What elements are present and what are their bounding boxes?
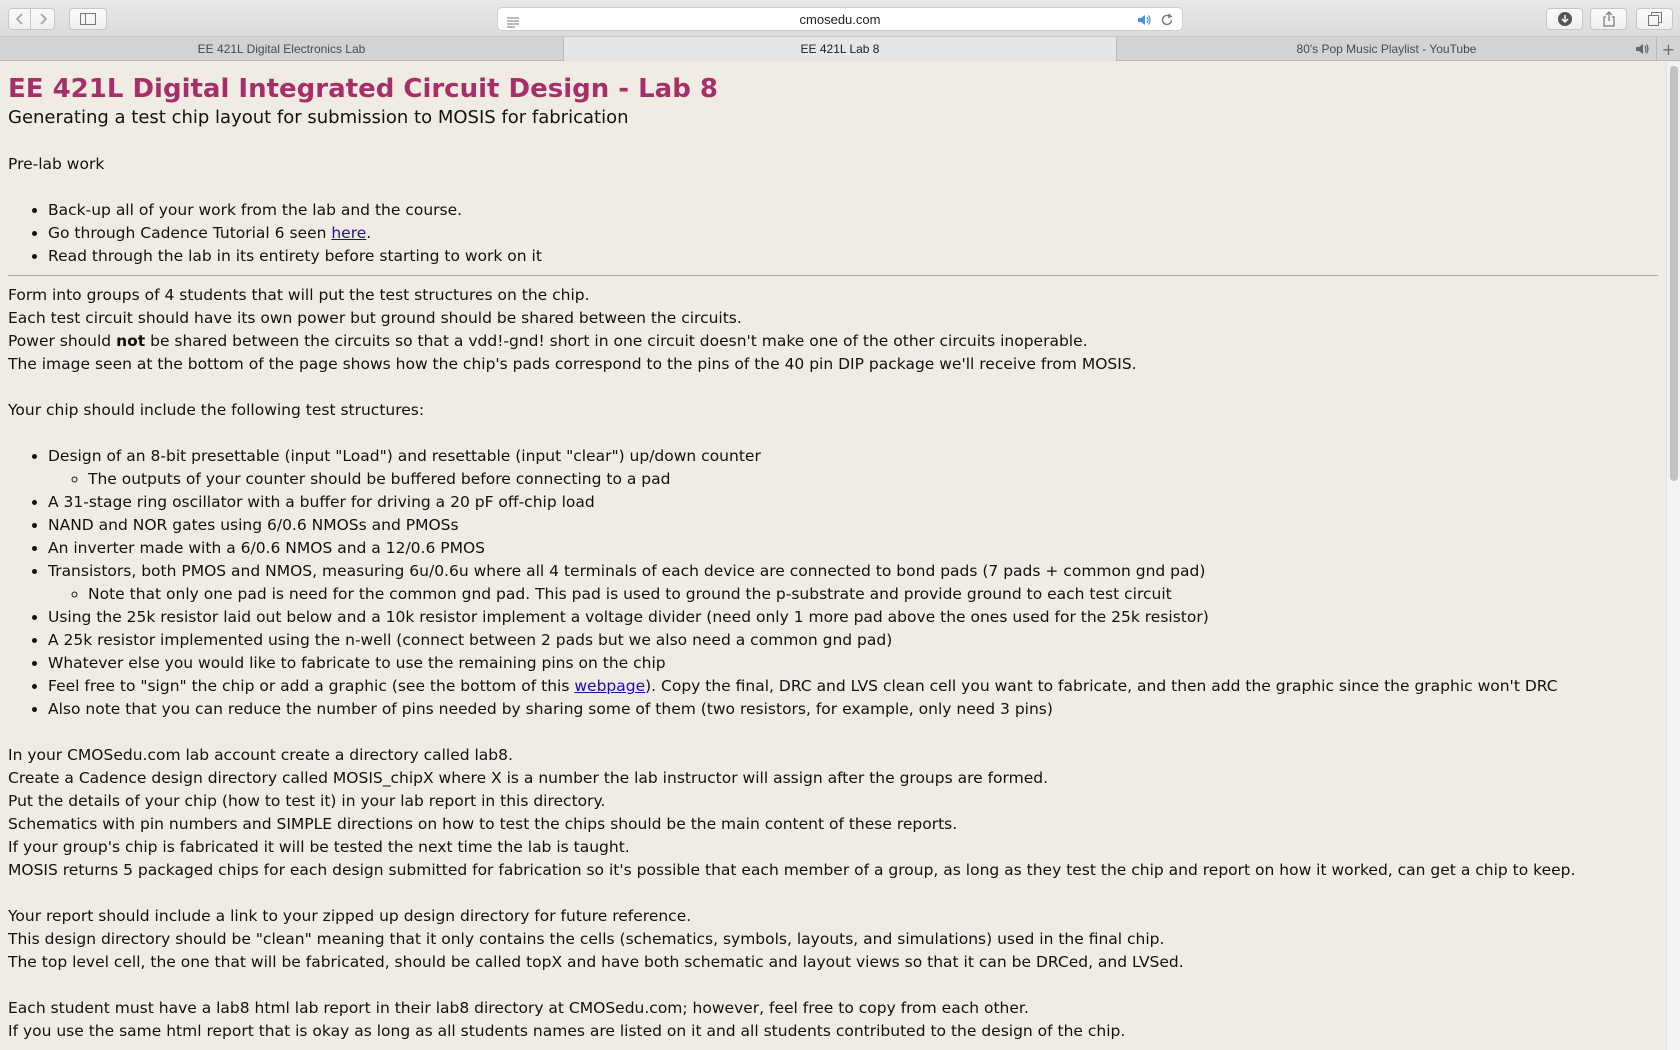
sidebar-icon — [80, 13, 96, 25]
reload-icon[interactable] — [1160, 12, 1174, 31]
text-line: Schematics with pin numbers and SIMPLE d… — [8, 815, 958, 833]
text-line: Each student must have a lab8 html lab r… — [8, 999, 1029, 1017]
reader-icon[interactable] — [506, 13, 520, 32]
address-bar[interactable]: cmosedu.com — [497, 7, 1183, 31]
list-item: A 25k resistor implemented using the n-w… — [48, 629, 1658, 652]
text-line: The image seen at the bottom of the page… — [8, 355, 1137, 373]
tabs-overview-icon — [1647, 12, 1662, 26]
text-line: If your group's chip is fabricated it wi… — [8, 838, 630, 856]
text-line: Your report should include a link to you… — [8, 907, 692, 925]
list-item: NAND and NOR gates using 6/0.6 NMOSs and… — [48, 514, 1658, 537]
list-item: Back-up all of your work from the lab an… — [48, 199, 1658, 222]
text-line: Create a Cadence design directory called… — [8, 769, 1049, 787]
text-line: Each test circuit should have its own po… — [8, 309, 742, 327]
prelab-list: Back-up all of your work from the lab an… — [48, 199, 1658, 268]
list-item: Also note that you can reduce the number… — [48, 698, 1658, 721]
new-tab-button[interactable]: + — [1656, 37, 1680, 61]
forward-arrow-icon — [38, 13, 48, 25]
tab-lab-8[interactable]: EE 421L Lab 8 — [564, 37, 1117, 61]
text-line: The top level cell, the one that will be… — [8, 953, 1184, 971]
sub-list-item: The outputs of your counter should be bu… — [88, 468, 1658, 491]
text-line: If you use the same html report that is … — [8, 1022, 1126, 1040]
list-item: Whatever else you would like to fabricat… — [48, 652, 1658, 675]
list-item: Feel free to "sign" the chip or add a gr… — [48, 675, 1658, 698]
page-subtitle: Generating a test chip layout for submis… — [8, 107, 629, 128]
list-item: A 31-stage ring oscillator with a buffer… — [48, 491, 1658, 514]
plus-icon: + — [1661, 39, 1676, 59]
list-item: Go through Cadence Tutorial 6 seen here. — [48, 222, 1658, 245]
text-line: Power should not be shared between the c… — [8, 332, 1088, 350]
tab-digital-electronics-lab[interactable]: EE 421L Digital Electronics Lab — [0, 37, 564, 61]
audio-icon[interactable] — [1136, 12, 1152, 31]
tutorial-link[interactable]: here — [331, 224, 366, 242]
webpage-link[interactable]: webpage — [574, 677, 645, 695]
tab-bar: EE 421L Digital Electronics Lab EE 421L … — [0, 37, 1680, 61]
url-text: cmosedu.com — [799, 11, 881, 27]
browser-toolbar: cmosedu.com — [0, 0, 1680, 37]
share-icon — [1602, 11, 1616, 27]
list-item: Using the 25k resistor laid out below an… — [48, 606, 1658, 629]
text-line: In your CMOSedu.com lab account create a… — [8, 746, 513, 764]
page-title: EE 421L Digital Integrated Circuit Desig… — [8, 74, 718, 104]
tab-audio-icon[interactable] — [1634, 42, 1650, 59]
tab-label: EE 421L Digital Electronics Lab — [197, 42, 366, 56]
forward-button[interactable] — [31, 8, 55, 30]
divider — [8, 275, 1658, 276]
list-item: An inverter made with a 6/0.6 NMOS and a… — [48, 537, 1658, 560]
text-line: Put the details of your chip (how to tes… — [8, 792, 606, 810]
sidebar-button[interactable] — [69, 8, 107, 30]
structures-heading: Your chip should include the following t… — [8, 401, 425, 419]
text-line: Form into groups of 4 students that will… — [8, 286, 590, 304]
download-button[interactable] — [1546, 8, 1583, 30]
page-scrollbar[interactable] — [1666, 62, 1680, 1050]
list-item: Transistors, both PMOS and NMOS, measuri… — [48, 560, 1658, 606]
share-button[interactable] — [1590, 8, 1627, 30]
download-icon — [1557, 11, 1573, 27]
scrollbar-thumb[interactable] — [1670, 66, 1678, 481]
list-item: Read through the lab in its entirety bef… — [48, 245, 1658, 268]
tab-label: 80's Pop Music Playlist - YouTube — [1296, 42, 1477, 56]
sub-list-item: Note that only one pad is need for the c… — [88, 583, 1658, 606]
tabs-overview-button[interactable] — [1636, 8, 1673, 30]
tab-label: EE 421L Lab 8 — [800, 42, 880, 56]
page-content: EE 421L Digital Integrated Circuit Desig… — [0, 62, 1666, 1050]
prelab-heading: Pre-lab work — [8, 155, 105, 173]
back-arrow-icon — [15, 13, 25, 25]
back-button[interactable] — [8, 8, 31, 30]
text-line: This design directory should be "clean" … — [8, 930, 1165, 948]
text-line: MOSIS returns 5 packaged chips for each … — [8, 861, 1576, 879]
list-item: Design of an 8-bit presettable (input "L… — [48, 445, 1658, 491]
structures-list: Design of an 8-bit presettable (input "L… — [48, 445, 1658, 721]
tab-youtube-playlist[interactable]: 80's Pop Music Playlist - YouTube — [1117, 37, 1656, 61]
